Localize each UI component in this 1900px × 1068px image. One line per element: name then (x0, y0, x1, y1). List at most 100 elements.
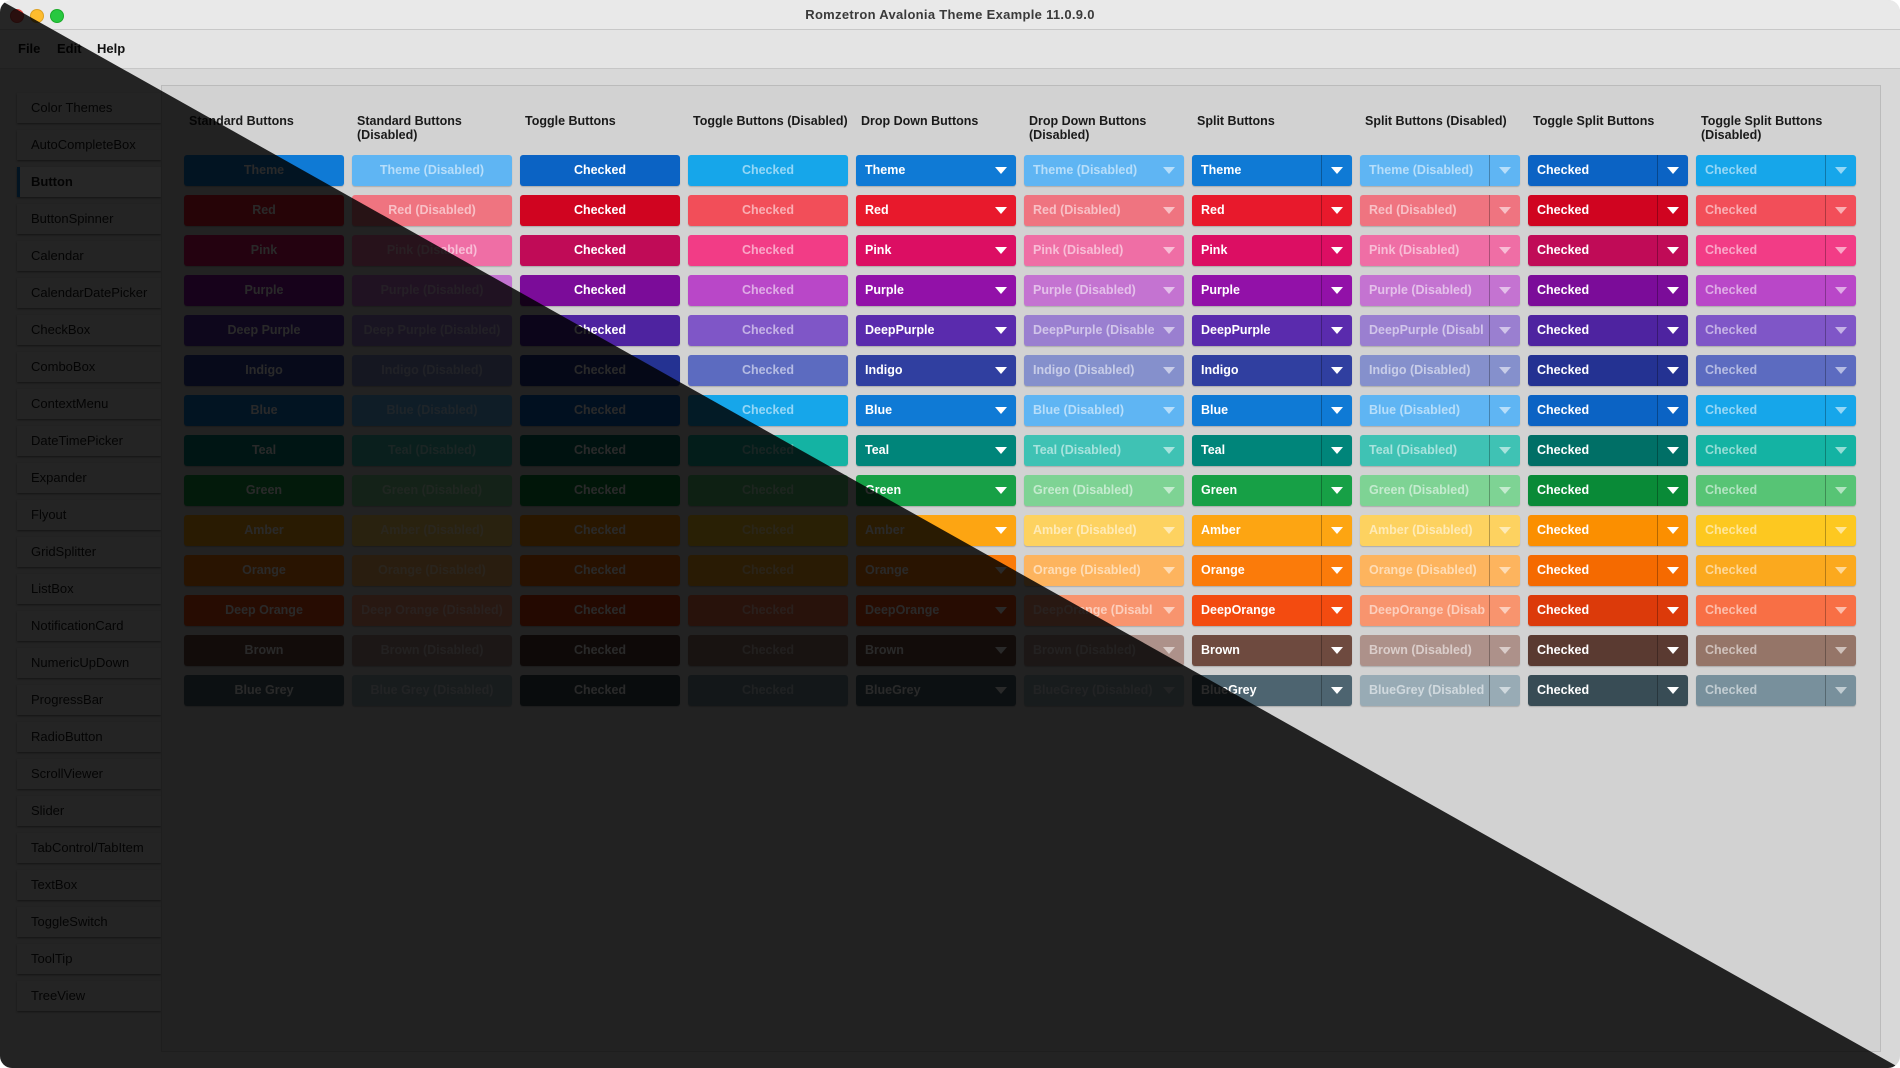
split-button[interactable]: Indigo (1192, 355, 1352, 386)
toggle-split-button[interactable]: Checked (1528, 555, 1688, 586)
toggle-split-button[interactable]: Checked (1528, 435, 1688, 466)
dropdown-button[interactable]: Teal (856, 435, 1016, 466)
toggle-button[interactable]: Checked (520, 515, 680, 546)
sidebar-item-button[interactable]: Button (17, 167, 161, 197)
sidebar-item-autocompletebox[interactable]: AutoCompleteBox (17, 130, 161, 160)
sidebar-item-contextmenu[interactable]: ContextMenu (17, 389, 161, 419)
toggle-button[interactable]: Checked (520, 355, 680, 386)
sidebar-item-listbox[interactable]: ListBox (17, 574, 161, 604)
split-dropdown-part[interactable] (1322, 275, 1352, 306)
toggle-split-button[interactable]: Checked (1528, 195, 1688, 226)
standard-button[interactable]: Orange (184, 555, 344, 586)
split-dropdown-part[interactable] (1322, 315, 1352, 346)
standard-button[interactable]: Deep Orange (184, 595, 344, 626)
split-button[interactable]: Blue (1192, 395, 1352, 426)
dropdown-button[interactable]: Orange (856, 555, 1016, 586)
sidebar-item-notificationcard[interactable]: NotificationCard (17, 611, 161, 641)
split-dropdown-part[interactable] (1658, 595, 1688, 626)
split-button[interactable]: DeepOrange (1192, 595, 1352, 626)
split-dropdown-part[interactable] (1658, 475, 1688, 506)
standard-button[interactable]: Brown (184, 635, 344, 666)
sidebar-item-numericupdown[interactable]: NumericUpDown (17, 648, 161, 678)
standard-button[interactable]: Pink (184, 235, 344, 266)
toggle-split-button[interactable]: Checked (1528, 395, 1688, 426)
split-button[interactable]: Amber (1192, 515, 1352, 546)
split-dropdown-part[interactable] (1322, 355, 1352, 386)
standard-button[interactable]: Theme (184, 155, 344, 186)
split-dropdown-part[interactable] (1322, 515, 1352, 546)
standard-button[interactable]: Blue Grey (184, 675, 344, 706)
sidebar-item-tooltip[interactable]: ToolTip (17, 944, 161, 974)
sidebar-item-calendardatepicker[interactable]: CalendarDatePicker (17, 278, 161, 308)
toggle-split-button[interactable]: Checked (1528, 155, 1688, 186)
menu-help[interactable]: Help (97, 41, 125, 56)
toggle-split-button[interactable]: Checked (1528, 675, 1688, 706)
split-button[interactable]: Theme (1192, 155, 1352, 186)
standard-button[interactable]: Teal (184, 435, 344, 466)
split-dropdown-part[interactable] (1322, 595, 1352, 626)
dropdown-button[interactable]: Green (856, 475, 1016, 506)
split-dropdown-part[interactable] (1322, 195, 1352, 226)
sidebar-item-progressbar[interactable]: ProgressBar (17, 685, 161, 715)
toggle-split-button[interactable]: Checked (1528, 315, 1688, 346)
split-button[interactable]: Teal (1192, 435, 1352, 466)
standard-button[interactable]: Purple (184, 275, 344, 306)
split-dropdown-part[interactable] (1658, 195, 1688, 226)
dropdown-button[interactable]: Theme (856, 155, 1016, 186)
split-button[interactable]: Brown (1192, 635, 1352, 666)
toggle-button[interactable]: Checked (520, 595, 680, 626)
dropdown-button[interactable]: Brown (856, 635, 1016, 666)
dropdown-button[interactable]: Purple (856, 275, 1016, 306)
toggle-split-button[interactable]: Checked (1528, 275, 1688, 306)
toggle-button[interactable]: Checked (520, 395, 680, 426)
sidebar-item-treeview[interactable]: TreeView (17, 981, 161, 1011)
split-button[interactable]: Orange (1192, 555, 1352, 586)
sidebar-item-color-themes[interactable]: Color Themes (17, 93, 161, 123)
sidebar-item-tabcontrol-tabitem[interactable]: TabControl/TabItem (17, 833, 161, 863)
sidebar-item-checkbox[interactable]: CheckBox (17, 315, 161, 345)
toggle-split-button[interactable]: Checked (1528, 355, 1688, 386)
split-dropdown-part[interactable] (1322, 475, 1352, 506)
toggle-button[interactable]: Checked (520, 315, 680, 346)
toggle-split-button[interactable]: Checked (1528, 635, 1688, 666)
split-button[interactable]: Purple (1192, 275, 1352, 306)
sidebar-item-datetimepicker[interactable]: DateTimePicker (17, 426, 161, 456)
split-dropdown-part[interactable] (1658, 515, 1688, 546)
toggle-button[interactable]: Checked (520, 275, 680, 306)
split-dropdown-part[interactable] (1322, 395, 1352, 426)
toggle-button[interactable]: Checked (520, 555, 680, 586)
split-dropdown-part[interactable] (1658, 155, 1688, 186)
sidebar-item-radiobutton[interactable]: RadioButton (17, 722, 161, 752)
split-dropdown-part[interactable] (1658, 355, 1688, 386)
standard-button[interactable]: Amber (184, 515, 344, 546)
split-dropdown-part[interactable] (1322, 635, 1352, 666)
dropdown-button[interactable]: Amber (856, 515, 1016, 546)
split-dropdown-part[interactable] (1658, 435, 1688, 466)
toggle-button[interactable]: Checked (520, 475, 680, 506)
split-dropdown-part[interactable] (1658, 275, 1688, 306)
toggle-split-button[interactable]: Checked (1528, 595, 1688, 626)
split-button[interactable]: Pink (1192, 235, 1352, 266)
sidebar-item-flyout[interactable]: Flyout (17, 500, 161, 530)
split-button[interactable]: BlueGrey (1192, 675, 1352, 706)
standard-button[interactable]: Blue (184, 395, 344, 426)
toggle-button[interactable]: Checked (520, 155, 680, 186)
split-button[interactable]: DeepPurple (1192, 315, 1352, 346)
toggle-button[interactable]: Checked (520, 235, 680, 266)
split-dropdown-part[interactable] (1658, 555, 1688, 586)
standard-button[interactable]: Indigo (184, 355, 344, 386)
sidebar-item-scrollviewer[interactable]: ScrollViewer (17, 759, 161, 789)
toggle-button[interactable]: Checked (520, 675, 680, 706)
standard-button[interactable]: Red (184, 195, 344, 226)
split-dropdown-part[interactable] (1322, 435, 1352, 466)
dropdown-button[interactable]: Blue (856, 395, 1016, 426)
split-dropdown-part[interactable] (1322, 555, 1352, 586)
dropdown-button[interactable]: DeepOrange (856, 595, 1016, 626)
dropdown-button[interactable]: DeepPurple (856, 315, 1016, 346)
sidebar-item-slider[interactable]: Slider (17, 796, 161, 826)
split-dropdown-part[interactable] (1658, 235, 1688, 266)
standard-button[interactable]: Green (184, 475, 344, 506)
toggle-button[interactable]: Checked (520, 195, 680, 226)
sidebar-item-expander[interactable]: Expander (17, 463, 161, 493)
toggle-split-button[interactable]: Checked (1528, 235, 1688, 266)
